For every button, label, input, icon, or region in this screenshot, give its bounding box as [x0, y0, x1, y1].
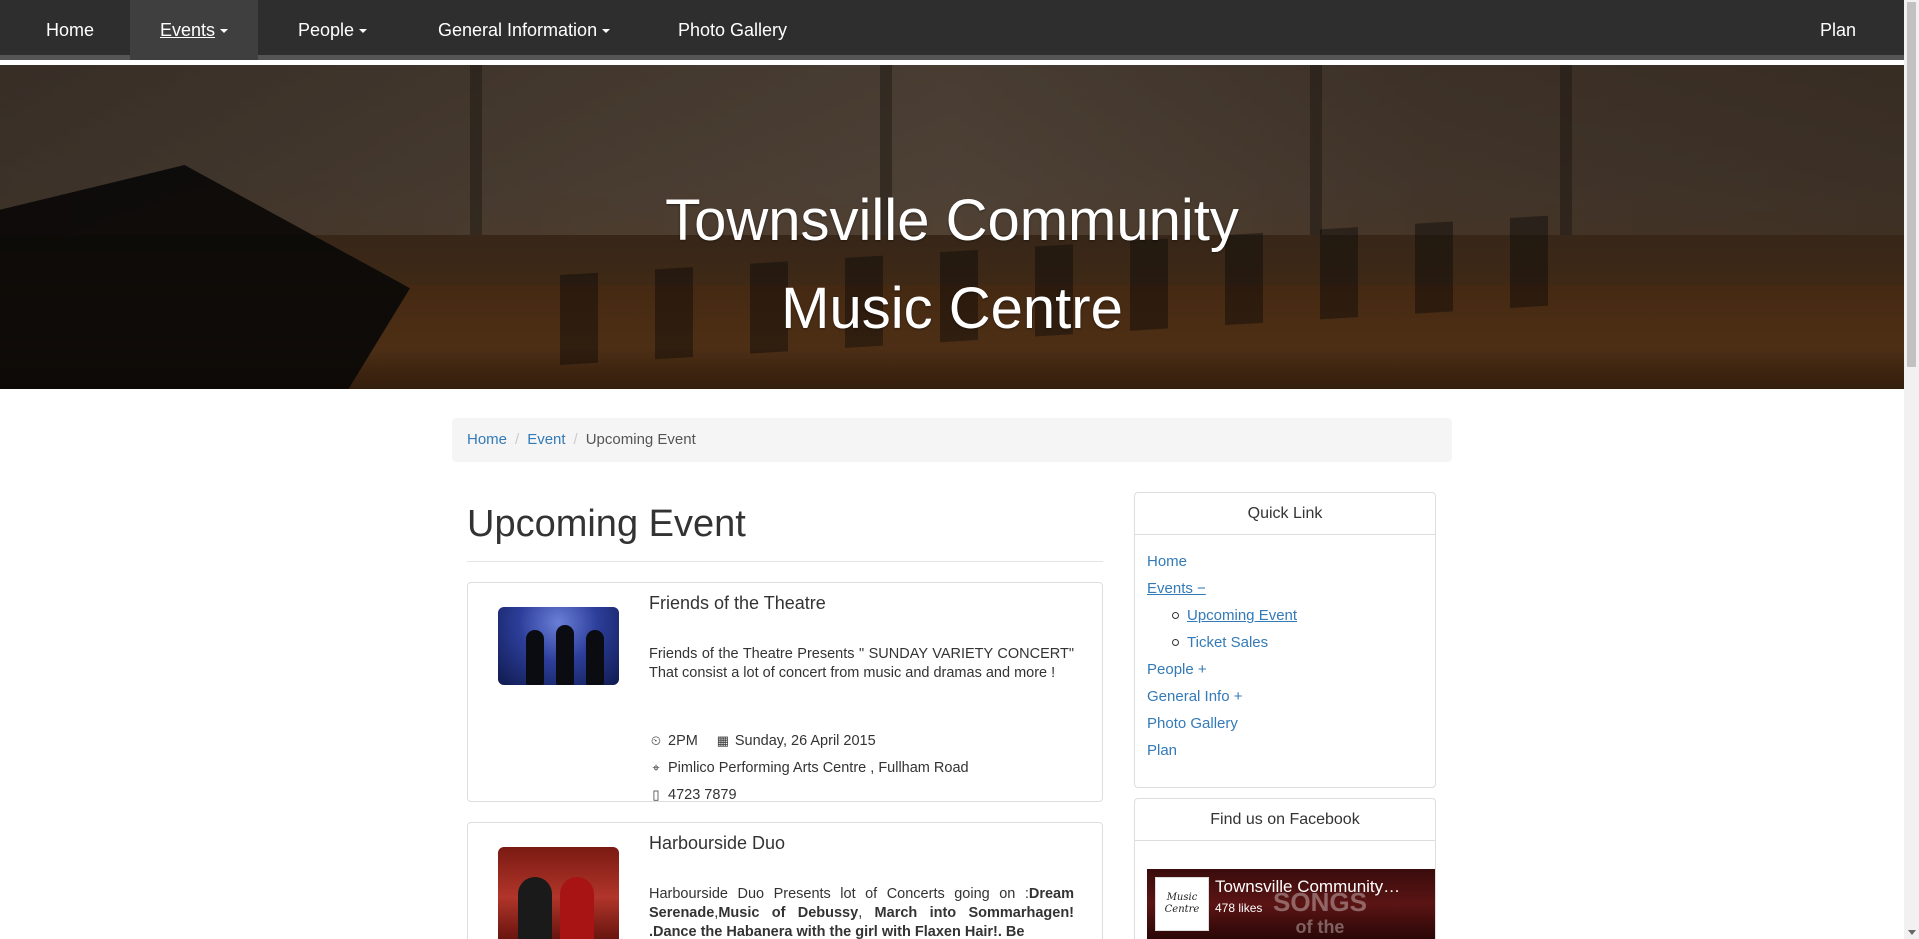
vertical-scrollbar[interactable]	[1904, 0, 1919, 939]
site-title-line1: Townsville Community	[665, 188, 1239, 253]
nav-general-info-dropdown[interactable]: General Information	[408, 0, 640, 60]
quick-link-ticket-sales[interactable]: Ticket Sales	[1187, 634, 1268, 651]
map-marker-icon: ⌖	[652, 760, 660, 775]
nav-people-label: People	[298, 20, 355, 40]
caret-down-icon	[220, 29, 229, 34]
quick-link-plan[interactable]: Plan	[1147, 742, 1177, 759]
event-location: Pimlico Performing Arts Centre , Fullham…	[668, 760, 969, 776]
event-image	[498, 607, 619, 685]
event-description: Friends of the Theatre Presents " SUNDAY…	[649, 646, 1074, 681]
nav-photo-gallery[interactable]: Photo Gallery	[648, 0, 817, 60]
nav-people-dropdown[interactable]: People	[268, 0, 397, 60]
event-phone: 4723 7879	[668, 787, 737, 802]
nav-events-label: Events	[160, 20, 216, 40]
calendar-icon: ▦	[716, 733, 729, 748]
hero-banner: Townsville Community Music Centre	[0, 65, 1904, 389]
quick-link-general-info[interactable]: General Info +	[1147, 688, 1242, 705]
caret-down-icon	[602, 29, 611, 34]
nav-plan[interactable]: Plan	[1790, 0, 1886, 60]
scroll-down-arrow-icon[interactable]	[1908, 930, 1916, 935]
scrollbar-thumb[interactable]	[1907, 2, 1916, 367]
breadcrumb-current: Upcoming Event	[585, 431, 696, 448]
breadcrumb-home-link[interactable]: Home	[467, 431, 507, 448]
nav-events-dropdown[interactable]: Events	[130, 0, 259, 60]
nav-plan-label: Plan	[1820, 20, 1857, 40]
divider	[467, 561, 1103, 562]
bullet-icon	[1172, 612, 1179, 619]
event-card: Harbourside Duo Harbourside Duo Presents…	[467, 822, 1103, 939]
quick-link-events[interactable]: Events −	[1147, 580, 1206, 597]
site-title-line2: Music Centre	[781, 276, 1123, 341]
event-image	[498, 847, 619, 939]
site-title: Townsville Community Music Centre	[0, 177, 1904, 353]
facebook-panel: Find us on Facebook SONGS of the Music C…	[1134, 798, 1436, 939]
top-navbar: Home Events People General Information P…	[0, 0, 1904, 60]
nav-home[interactable]: Home	[16, 0, 124, 60]
event-title: Harbourside Duo	[649, 833, 786, 853]
phone-icon: ▯	[652, 787, 660, 802]
clock-icon: ⏲	[650, 733, 662, 748]
nav-photo-gallery-label: Photo Gallery	[678, 20, 788, 40]
facebook-page-logo: Music Centre	[1155, 877, 1209, 931]
breadcrumb-event-link[interactable]: Event	[527, 431, 565, 448]
quick-link-panel: Quick Link Home Events − Upcoming Event …	[1134, 492, 1436, 788]
event-title: Friends of the Theatre	[649, 593, 826, 613]
quick-link-people[interactable]: People +	[1147, 661, 1207, 678]
event-description: Harbourside Duo Presents lot of Concerts…	[649, 886, 1075, 939]
bullet-icon	[1172, 639, 1179, 646]
event-time-date: ⏲ 2PM ▦ Sunday, 26 April 2015	[649, 731, 876, 751]
facebook-page-widget[interactable]: SONGS of the Music Centre Townsville Com…	[1147, 869, 1435, 939]
facebook-likes: 478 likes	[1215, 901, 1263, 915]
facebook-heading: Find us on Facebook	[1135, 799, 1435, 841]
event-date: Sunday, 26 April 2015	[734, 733, 876, 749]
nav-general-info-label: General Information	[438, 20, 598, 40]
page-title: Upcoming Event	[467, 503, 746, 545]
quick-link-home[interactable]: Home	[1147, 553, 1187, 570]
nav-home-label: Home	[46, 20, 95, 40]
event-location-row: ⌖ Pimlico Performing Arts Centre , Fullha…	[649, 758, 969, 778]
event-time: 2PM	[668, 733, 698, 749]
quick-link-heading: Quick Link	[1135, 493, 1435, 535]
quick-link-upcoming-event[interactable]: Upcoming Event	[1187, 607, 1297, 624]
quick-link-photo-gallery[interactable]: Photo Gallery	[1147, 715, 1238, 732]
facebook-page-name[interactable]: Townsville Community…	[1215, 877, 1415, 897]
breadcrumb: Home / Event / Upcoming Event	[452, 418, 1452, 462]
event-card: Friends of the Theatre Friends of the Th…	[467, 582, 1103, 802]
caret-down-icon	[359, 29, 368, 34]
event-phone-row: ▯ 4723 7879	[649, 785, 737, 802]
